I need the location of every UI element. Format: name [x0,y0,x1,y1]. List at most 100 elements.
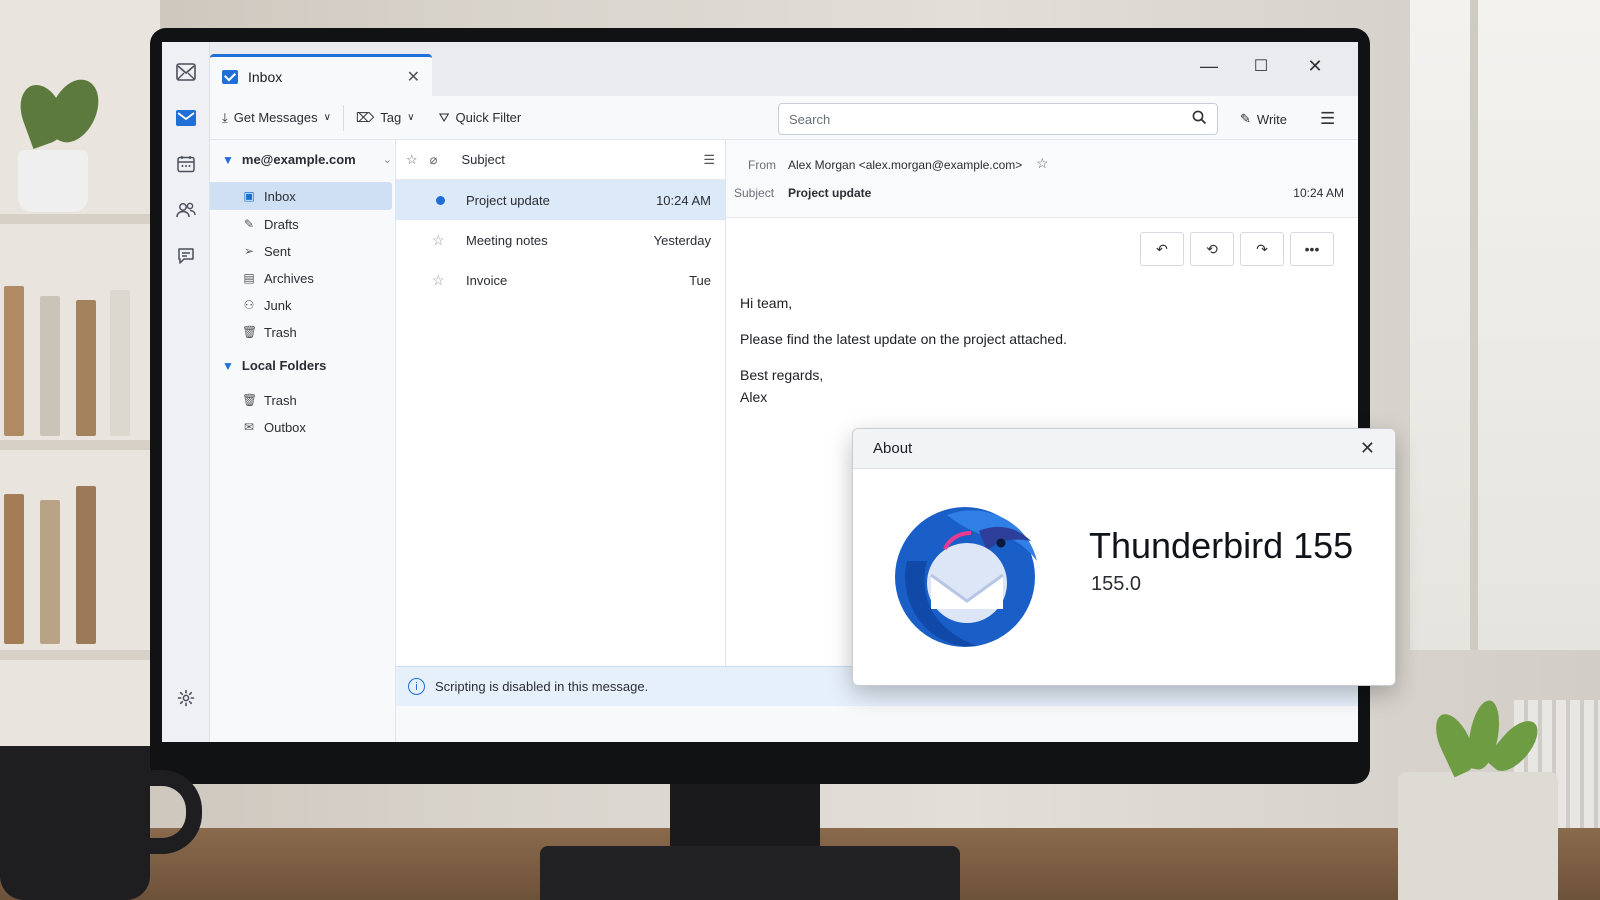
about-titlebar: About ✕ [853,429,1395,469]
message-time: 10:24 AM [1293,186,1344,200]
chat-icon[interactable] [170,240,202,272]
message-actions: ↶ ⟲ ↷ ••• [1140,232,1334,266]
body-greeting: Hi team, [740,295,793,311]
star-icon[interactable]: ☆ [1036,155,1049,172]
search-input[interactable]: Search [778,103,1218,135]
address-book-icon[interactable] [170,194,202,226]
folder-junk[interactable]: ⚇ Junk [210,291,392,319]
folder-label: Archives [264,270,314,286]
more-actions-button[interactable]: ••• [1290,232,1334,266]
monitor-base [540,846,960,900]
quick-filter-button[interactable]: ⛛ Quick Filter [427,103,534,133]
folder-trash[interactable]: 🗑︎ Trash [210,318,392,346]
tag-button[interactable]: ⌦ Tag ∨ [344,103,427,133]
product-name: Thunderbird 155 [1089,525,1354,566]
settings-icon[interactable] [170,682,202,714]
star-icon[interactable]: ☆ [432,272,445,289]
close-window-button[interactable]: ✕ [1300,56,1330,77]
message-subject: Meeting notes [466,232,548,248]
message-date: Yesterday [653,232,711,248]
message-row[interactable]: Project update 10:24 AM [396,180,725,220]
body-signoff: Best regards, [740,367,824,383]
message-body: Hi team, Please find the latest update o… [740,292,1067,422]
mail-toolbar: ⤓ Get Messages ∨ ⌦ Tag ∨ ⛛ Quick Filter … [210,96,1358,140]
attachment-column-icon[interactable]: ⌀ [430,152,438,168]
folder-pane: ▼ me@example.com ⌄ ▣ Inbox ✎ Drafts ➢ Se… [210,140,396,742]
mail-active-icon[interactable] [170,102,202,134]
pencil-icon: ✎ [1240,111,1251,126]
close-dialog-button[interactable]: ✕ [1360,438,1375,459]
from-value[interactable]: Alex Morgan <alex.morgan@example.com> [788,158,1022,172]
filter-icon: ⛛ [438,109,450,125]
message-date: 10:24 AM [656,192,711,208]
download-icon: ⤓ [222,109,228,125]
tag-label: Tag [380,110,402,125]
thunderbird-logo-icon [887,501,1047,656]
folder-drafts[interactable]: ✎ Drafts [210,210,392,238]
coffee-mug [0,746,150,900]
folder-sent[interactable]: ➢ Sent [210,237,392,265]
message-subject: Project update [466,192,550,208]
message-header: From Alex Morgan <alex.morgan@example.co… [726,140,1358,218]
account-row[interactable]: ▼ me@example.com ⌄ [222,152,392,167]
folder-outbox[interactable]: ✉ Outbox [210,413,392,441]
write-label: Write [1256,111,1288,127]
app-menu-icon[interactable]: ☰ [1320,109,1335,129]
close-tab-icon[interactable]: ✕ [407,67,420,87]
chevron-down-icon: ▼ [222,358,234,373]
message-list: ☆ ⌀ Subject ☰ Project update 10:24 AM ☆ … [396,140,726,670]
forward-icon: ↷ [1256,240,1268,257]
window [1410,0,1600,650]
column-picker-icon[interactable]: ☰ [703,152,715,168]
product-version: 155.0 [1091,573,1142,595]
star-column-icon[interactable]: ☆ [406,152,418,168]
calendar-icon[interactable] [170,148,202,180]
write-button[interactable]: ✎ Write [1240,103,1287,135]
message-date: Tue [689,272,711,288]
about-title: About [873,440,913,457]
message-list-header: ☆ ⌀ Subject ☰ [396,140,725,180]
info-icon: i [408,678,425,695]
folder-label: Sent [264,243,291,259]
subject-label: Subject [734,186,775,200]
star-icon[interactable]: ☆ [432,232,445,249]
folder-label: Trash [264,324,297,340]
local-folders-row[interactable]: ▼ Local Folders [222,358,392,373]
message-subject: Invoice [466,272,508,288]
mail-tab-icon [222,69,238,84]
junk-icon: ⚇ [243,298,255,312]
mail-space-icon[interactable] [170,56,202,88]
folder-label: Drafts [264,216,299,232]
subject-column-header[interactable]: Subject [461,152,504,167]
subject-value: Project update [788,186,872,200]
tab-inbox[interactable]: Inbox ✕ [210,54,432,96]
outbox-icon: ✉ [243,420,255,434]
monitor-stand [670,784,820,850]
forward-button[interactable]: ↷ [1240,232,1284,266]
maximize-button[interactable]: ☐ [1246,56,1276,76]
folder-archives[interactable]: ▤ Archives [210,264,392,292]
chevron-down-icon: ▼ [222,152,234,167]
reply-all-icon: ⟲ [1206,240,1218,257]
tab-title: Inbox [248,68,283,85]
message-row[interactable]: ☆ Meeting notes Yesterday [396,220,725,260]
chevron-down-icon: ∨ [407,112,415,123]
trash-icon: 🗑︎ [242,325,258,339]
folder-inbox[interactable]: ▣ Inbox [210,182,392,210]
account-menu-icon[interactable]: ⌄ [383,153,392,166]
about-dialog: About ✕ Thunderbird 155 155.0 [852,428,1396,686]
archive-icon: ▤ [243,271,255,285]
get-messages-button[interactable]: ⤓ Get Messages ∨ [210,103,343,133]
notice-text: Scripting is disabled in this message. [435,679,649,694]
reply-all-button[interactable]: ⟲ [1190,232,1234,266]
folder-local-trash[interactable]: 🗑︎ Trash [210,386,392,414]
reply-icon: ↶ [1156,240,1168,257]
chevron-down-icon: ∨ [323,112,331,123]
reply-button[interactable]: ↶ [1140,232,1184,266]
minimize-button[interactable]: — [1194,56,1224,77]
folder-label: Junk [264,297,292,313]
plant-pot [18,150,88,212]
message-row[interactable]: ☆ Invoice Tue [396,260,725,300]
title-bar: Inbox ✕ — ☐ ✕ [210,42,1358,96]
body-line: Please find the latest update on the pro… [740,331,1067,347]
